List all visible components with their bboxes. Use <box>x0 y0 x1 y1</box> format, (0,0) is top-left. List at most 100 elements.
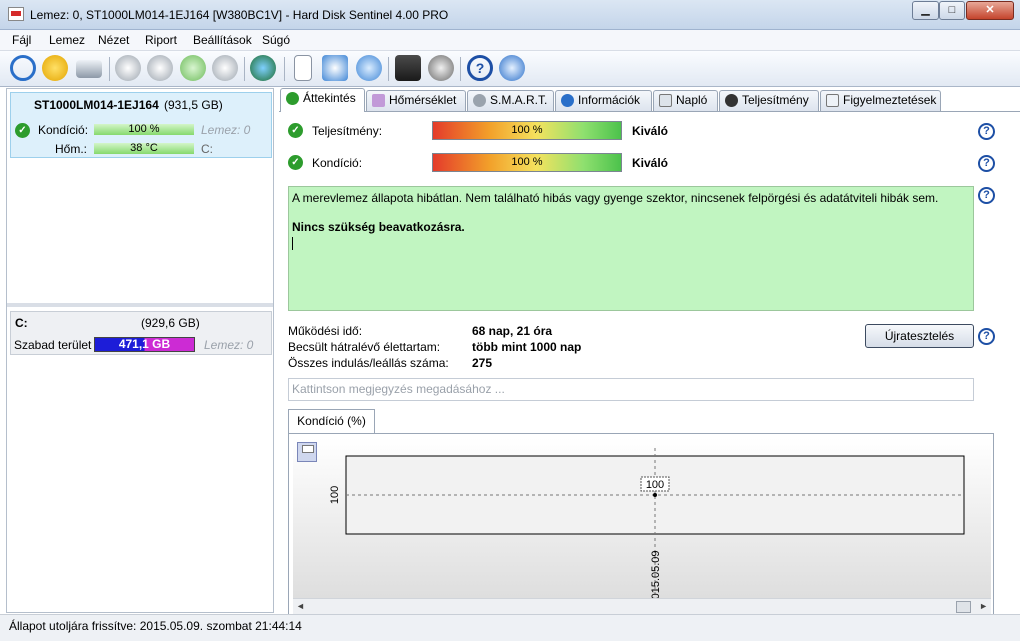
menu-report[interactable]: Riport <box>145 33 177 47</box>
tools-icon[interactable] <box>212 55 238 81</box>
gauge-icon <box>725 94 738 107</box>
panel-splitter[interactable] <box>7 303 273 307</box>
y-tick-label: 100 <box>329 486 341 504</box>
comment-input[interactable]: Kattintson megjegyzés megadásához ... <box>288 378 974 401</box>
disk-temp-label: Hőm.: <box>55 142 88 156</box>
backup-icon[interactable] <box>322 55 348 81</box>
status-bar: Állapot utoljára frissítve: 2015.05.09. … <box>0 614 1020 641</box>
surface-test-icon[interactable] <box>147 55 173 81</box>
title-bar: Lemez: 0, ST1000LM014-1EJ164 [W380BC1V] … <box>0 0 1020 30</box>
health-chart: 100 2015.05.09 100 <box>329 448 965 598</box>
status-message: A merevlemez állapota hibátlan. Nem talá… <box>292 191 939 205</box>
menu-view[interactable]: Nézet <box>98 33 129 47</box>
menu-help[interactable]: Súgó <box>262 33 290 47</box>
disk-list-panel: ST1000LM014-1EJ164 (931,5 GB) ✓ Kondíció… <box>6 88 274 613</box>
health-label: Kondíció: <box>312 156 363 170</box>
scroll-left-icon[interactable]: ◄ <box>296 601 305 611</box>
performance-help-icon[interactable]: ? <box>978 123 995 140</box>
tab-log[interactable]: Napló <box>653 90 718 111</box>
disk-health-label: Kondíció: <box>38 123 89 137</box>
toolbar-separator <box>244 57 245 81</box>
health-ok-icon: ✓ <box>288 155 303 170</box>
minimize-button[interactable]: ▁ <box>912 1 939 20</box>
tab-smart[interactable]: S.M.A.R.T. <box>467 90 554 111</box>
scroll-right-icon[interactable]: ► <box>979 601 988 611</box>
recommendation: Nincs szükség beavatkozásra. <box>292 220 465 234</box>
disk-temp-bar: 38 °C <box>94 143 194 154</box>
toolbar-separator <box>460 57 461 81</box>
scroll-thumb[interactable] <box>956 601 971 613</box>
retest-help-icon[interactable]: ? <box>978 328 995 345</box>
chart-frame: 100 2015.05.09 100 ◄ ► <box>288 433 994 615</box>
disk-health-bar: 100 % <box>94 124 194 135</box>
starts-value: 275 <box>472 356 493 370</box>
lifetime-value: több mint 1000 nap <box>472 340 582 354</box>
lifetime-label: Becsült hátralévő élettartam: <box>288 340 441 354</box>
tab-alerts[interactable]: Figyelmeztetések <box>820 90 941 111</box>
text-caret <box>292 237 293 250</box>
toolbar-separator <box>109 57 110 81</box>
uptime-label: Működési idő: <box>288 324 363 338</box>
info-icon[interactable] <box>499 55 525 81</box>
tab-bar: Áttekintés Hőmérséklet S.M.A.R.T. Inform… <box>280 88 1020 112</box>
alerts-icon <box>826 94 839 107</box>
log-icon <box>659 94 672 107</box>
menu-settings[interactable]: Beállítások <box>193 33 252 47</box>
chart-scrollbar[interactable]: ◄ ► <box>293 598 991 614</box>
thermometer-icon <box>372 94 385 107</box>
tab-performance[interactable]: Teljesítmény <box>719 90 819 111</box>
partition-card[interactable]: C: (929,6 GB) Szabad terület 471,1 GB Le… <box>10 311 272 355</box>
x-tick-label: 2015.05.09 <box>650 550 662 598</box>
disk-test-icon[interactable] <box>115 55 141 81</box>
starts-label: Összes indulás/leállás száma: <box>288 356 449 370</box>
check-disk-icon[interactable] <box>180 55 206 81</box>
message-help-icon[interactable]: ? <box>978 187 995 204</box>
info-small-icon <box>561 94 574 107</box>
health-bar: 100 % <box>432 153 622 172</box>
close-button[interactable]: ✕ <box>966 1 1014 20</box>
health-help-icon[interactable]: ? <box>978 155 995 172</box>
tab-health-chart[interactable]: Kondíció (%) <box>288 409 375 433</box>
network-icon[interactable] <box>356 55 382 81</box>
monitor-icon[interactable] <box>395 55 421 81</box>
disk-name: ST1000LM014-1EJ164 <box>34 98 159 112</box>
window-title: Lemez: 0, ST1000LM014-1EJ164 [W380BC1V] … <box>30 8 449 22</box>
tab-information[interactable]: Információk <box>555 90 652 111</box>
maximize-button[interactable]: □ <box>939 1 965 20</box>
free-space-bar: 471,1 GB <box>94 337 195 352</box>
refresh-icon[interactable] <box>10 55 36 81</box>
retest-button[interactable]: Újratesztelés <box>865 324 974 348</box>
menu-disk[interactable]: Lemez <box>49 33 85 47</box>
free-space-label: Szabad terület <box>14 338 92 352</box>
disk-card[interactable]: ST1000LM014-1EJ164 (931,5 GB) ✓ Kondíció… <box>10 92 272 158</box>
data-label: 100 <box>646 479 664 491</box>
disk-icon[interactable] <box>76 60 102 78</box>
sound-icon[interactable] <box>428 55 454 81</box>
help-icon[interactable]: ? <box>467 55 493 81</box>
overview-content: ✓ Teljesítmény: 100 % Kiváló ? ✓ Kondíci… <box>279 111 1020 615</box>
toolbar-separator <box>284 57 285 81</box>
performance-bar: 100 % <box>432 121 622 140</box>
status-message-box[interactable]: A merevlemez állapota hibátlan. Nem talá… <box>288 186 974 311</box>
check-icon <box>286 92 299 105</box>
disk-ref: Lemez: 0 <box>201 123 251 137</box>
partition-drive: C: <box>15 316 28 330</box>
menu-file[interactable]: Fájl <box>12 33 31 47</box>
partition-size: (929,6 GB) <box>141 316 200 330</box>
status-text: Állapot utoljára frissítve: 2015.05.09. … <box>9 619 302 633</box>
toolbar: ? <box>0 51 1020 87</box>
disk-size: (931,5 GB) <box>164 98 223 112</box>
web-icon[interactable] <box>250 55 276 81</box>
health-verdict: Kiváló <box>632 156 669 170</box>
tab-overview[interactable]: Áttekintés <box>280 88 365 112</box>
alert-icon[interactable] <box>42 55 68 81</box>
disk-drive: C: <box>201 142 213 156</box>
performance-label: Teljesítmény: <box>312 124 383 138</box>
tab-temperature[interactable]: Hőmérséklet <box>366 90 466 111</box>
report-icon[interactable] <box>294 55 312 81</box>
data-point <box>653 493 657 497</box>
app-icon <box>8 7 24 21</box>
disk-small-icon <box>473 94 486 107</box>
partition-disk-ref: Lemez: 0 <box>204 338 254 352</box>
performance-verdict: Kiváló <box>632 124 669 138</box>
